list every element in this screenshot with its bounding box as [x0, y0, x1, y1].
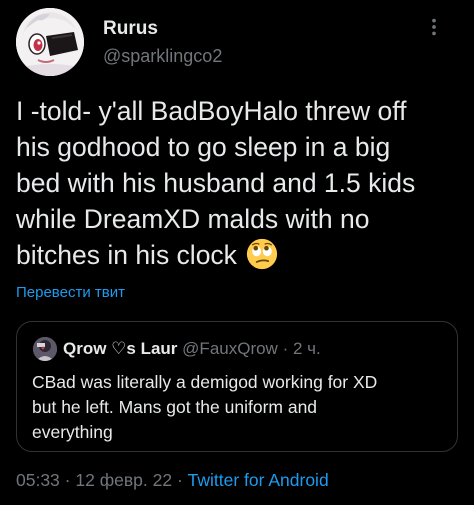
- tweet-text-line: I -told- y'all BadBoyHalo threw off: [16, 96, 407, 126]
- quoted-timestamp[interactable]: 2 ч.: [293, 339, 321, 358]
- tweet: Rurus @sparklingco2 I -told- y'all BadBo…: [0, 0, 474, 505]
- tweet-text-line: while DreamXD malds with no: [16, 204, 370, 234]
- separator-dot: ·: [64, 470, 71, 490]
- quoted-display-name[interactable]: Qrow ♡s Laur: [63, 339, 177, 358]
- translate-tweet-link[interactable]: Перевести твит: [16, 284, 125, 301]
- quoted-text-line: CBad was literally a demigod working for…: [32, 372, 378, 392]
- quoted-text: CBad was literally a demigod working for…: [32, 370, 447, 445]
- quoted-author-avatar[interactable]: [33, 337, 57, 361]
- tweet-date[interactable]: 12 февр. 22: [75, 470, 172, 490]
- quoted-text-line: everything: [32, 422, 113, 442]
- more-horizontal-icon: [432, 18, 436, 36]
- tweet-text-last-line: bitches in his clock: [16, 237, 466, 273]
- author-avatar[interactable]: [16, 8, 84, 76]
- separator-dot: ·: [176, 470, 183, 490]
- quoted-text-line: but he left. Mans got the uniform and: [32, 397, 318, 417]
- tweet-source-link[interactable]: Twitter for Android: [188, 470, 329, 490]
- avatar-image: [16, 8, 84, 76]
- tweet-text-line: bed with his husband and 1.5 kids: [16, 168, 416, 198]
- tweet-text-line: his godhood to go sleep in a big: [16, 132, 391, 162]
- author-handle[interactable]: @sparklingco2: [103, 46, 222, 67]
- tweet-time[interactable]: 05:33: [16, 470, 60, 490]
- quoted-tweet[interactable]: Qrow ♡s Laur @FauxQrow · 2 ч. CBad was l…: [16, 321, 458, 452]
- separator-dot: ·: [282, 339, 289, 358]
- rolling-eyes-emoji: [247, 238, 278, 270]
- quoted-avatar-image: [33, 337, 57, 361]
- tweet-meta: 05:33 · 12 февр. 22 · Twitter for Androi…: [16, 470, 329, 491]
- author-display-name[interactable]: Rurus: [103, 18, 158, 40]
- tweet-text-line: bitches in his clock: [16, 240, 237, 270]
- more-options-button[interactable]: [418, 14, 450, 40]
- quoted-header: Qrow ♡s Laur @FauxQrow · 2 ч.: [63, 339, 321, 359]
- quoted-handle[interactable]: @FauxQrow: [182, 339, 278, 358]
- tweet-text: I -told- y'all BadBoyHalo threw off his …: [16, 93, 466, 273]
